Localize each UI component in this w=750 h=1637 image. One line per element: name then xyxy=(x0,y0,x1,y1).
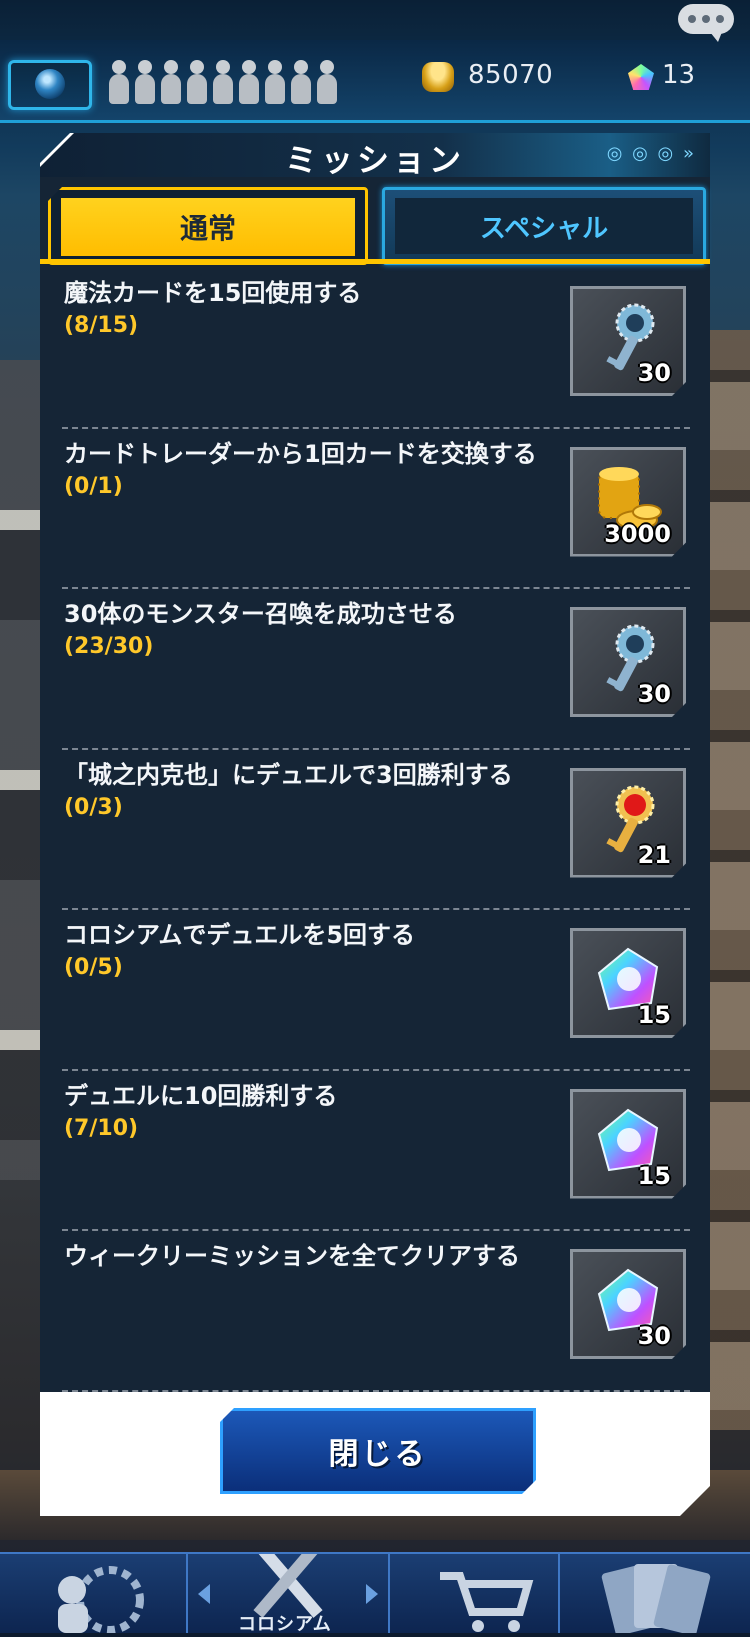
reward-count: 21 xyxy=(637,840,671,869)
mission-description: コロシアムでデュエルを5回する xyxy=(64,921,416,949)
mission-description: カードトレーダーから1回カードを交換する xyxy=(64,439,537,468)
mission-text: ウィークリーミッションを全てクリアする xyxy=(64,1241,544,1274)
mission-description: 魔法カードを15回使用する xyxy=(64,279,362,307)
chat-icon[interactable] xyxy=(678,4,734,42)
mission-text: カードトレーダーから1回カードを交換する (0/1) xyxy=(64,439,544,502)
mission-progress: (8/15) xyxy=(64,313,139,338)
globe-icon xyxy=(35,69,65,99)
character-gear-icon xyxy=(58,1566,144,1634)
mission-row: デュエルに10回勝利する (7/10) 15 xyxy=(62,1071,690,1231)
reward-count: 30 xyxy=(637,680,671,708)
coin-count: 85070 xyxy=(468,60,554,90)
gold-coin-icon xyxy=(422,62,454,92)
mission-description: 「城之内克也」にデュエルで3回勝利する xyxy=(64,760,513,789)
mission-reward[interactable]: 21 xyxy=(570,768,686,878)
nav-shop-button[interactable] xyxy=(390,1554,558,1633)
mission-text: 魔法カードを15回使用する (8/15) xyxy=(64,278,544,341)
mission-progress: (0/5) xyxy=(64,955,123,980)
reward-count: 15 xyxy=(637,1161,671,1190)
mission-reward[interactable]: 30 xyxy=(570,1249,686,1359)
mission-row: 「城之内克也」にデュエルで3回勝利する (0/3) 21 xyxy=(62,750,690,910)
bottom-nav: コロシアム xyxy=(0,1540,750,1636)
gem-icon xyxy=(628,64,654,90)
nav-character-button[interactable] xyxy=(0,1554,186,1634)
mission-tabs: 通常 スペシャル xyxy=(40,183,710,265)
cards-icon xyxy=(601,1564,711,1636)
mission-text: デュエルに10回勝利する (7/10) xyxy=(64,1081,544,1144)
mission-row: カードトレーダーから1回カードを交換する (0/1) 3000 xyxy=(62,429,690,589)
reward-count: 30 xyxy=(637,359,671,387)
mission-row: 30体のモンスター召喚を成功させる (23/30) 30 xyxy=(62,589,690,750)
mission-reward[interactable]: 30 xyxy=(570,607,686,717)
modal-header: ミッション ◎ ◎ ◎ » xyxy=(40,133,710,177)
mission-progress: (0/3) xyxy=(64,794,123,820)
shop-cart-icon xyxy=(440,1572,534,1632)
mission-reward[interactable]: 3000 xyxy=(570,447,686,557)
player-slot-icon xyxy=(134,58,156,106)
tab-underline xyxy=(40,259,710,264)
player-slot-icon xyxy=(186,58,208,106)
tab-normal-label: 通常 xyxy=(61,198,355,256)
close-button[interactable]: 閉じる xyxy=(220,1408,536,1494)
mission-row: ウィークリーミッションを全てクリアする 30 xyxy=(62,1231,690,1392)
reward-count: 15 xyxy=(637,1001,671,1029)
mission-row: コロシアムでデュエルを5回する (0/5) 15 xyxy=(62,910,690,1071)
mission-description: 30体のモンスター召喚を成功させる xyxy=(64,600,457,628)
mission-reward[interactable]: 30 xyxy=(570,286,686,396)
player-slot-icon xyxy=(108,58,130,106)
nav-colosseum-label: コロシアム xyxy=(238,1614,332,1635)
player-slot-icon xyxy=(290,58,312,106)
player-slot-icon xyxy=(238,58,260,106)
mission-progress: (23/30) xyxy=(64,634,154,659)
gem-count: 13 xyxy=(662,60,696,90)
mission-reward[interactable]: 15 xyxy=(570,928,686,1038)
top-status-bar: 85070 13 xyxy=(0,40,750,123)
background-building-right xyxy=(708,330,750,1430)
mission-description: ウィークリーミッションを全てクリアする xyxy=(64,1242,520,1270)
nav-deck-button[interactable] xyxy=(560,1554,750,1636)
tab-special[interactable]: スペシャル xyxy=(382,187,706,265)
player-slot-icon xyxy=(264,58,286,106)
mission-list: 魔法カードを15回使用する (8/15) 30 カードトレーダーから1回カードを交換す… xyxy=(62,268,690,1392)
mission-text: 「城之内克也」にデュエルで3回勝利する (0/3) xyxy=(64,760,544,823)
background-building-left xyxy=(0,360,44,1180)
player-slot-icon xyxy=(212,58,234,106)
header-decoration: ◎ ◎ ◎ » xyxy=(606,143,696,164)
reward-count: 3000 xyxy=(604,519,671,548)
player-slot-icon xyxy=(316,58,338,106)
reward-count: 30 xyxy=(637,1322,671,1350)
player-slot-icon xyxy=(160,58,182,106)
player-slots xyxy=(108,58,338,108)
mission-progress: (7/10) xyxy=(64,1115,139,1141)
tab-normal[interactable]: 通常 xyxy=(48,187,368,265)
tab-special-label: スペシャル xyxy=(395,198,693,254)
mission-progress: (0/1) xyxy=(64,473,123,499)
mission-row: 魔法カードを15回使用する (8/15) 30 xyxy=(62,268,690,429)
mission-text: 30体のモンスター召喚を成功させる (23/30) xyxy=(64,599,544,662)
mission-text: コロシアムでデュエルを5回する (0/5) xyxy=(64,920,544,983)
mission-reward[interactable]: 15 xyxy=(570,1089,686,1199)
mission-description: デュエルに10回勝利する xyxy=(64,1081,338,1110)
world-button[interactable] xyxy=(8,60,92,110)
